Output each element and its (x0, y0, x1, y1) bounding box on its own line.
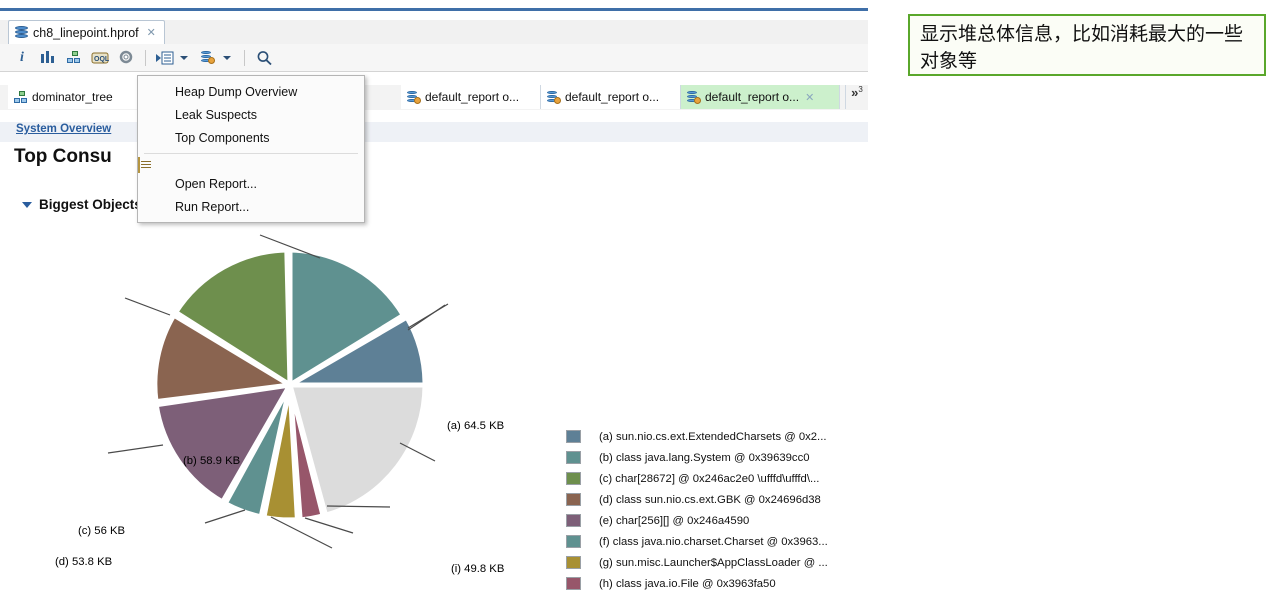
annotation-text: 显示堆总体信息，比如消耗最大的一些对象等 (920, 23, 1244, 72)
tab-overflow-count: 3 (858, 85, 863, 94)
legend-label-e: (e) char[256][] @ 0x246a4590 (599, 514, 750, 527)
report-icon (407, 90, 421, 104)
close-icon[interactable]: ✕ (805, 91, 814, 104)
legend-item[interactable]: (f) class java.nio.charset.Charset @ 0x3… (566, 531, 828, 552)
menu-item-run-report[interactable]: Run Report... (138, 195, 364, 218)
search-button[interactable] (252, 47, 276, 69)
menu-item-heap-dump-overview[interactable]: Heap Dump Overview (138, 80, 364, 103)
menu-row: Leak Suspects (138, 103, 364, 126)
oql-button[interactable]: OQL (88, 47, 112, 69)
tab-default-report-3-active[interactable]: default_report o... ✕ (681, 85, 840, 109)
pie-label-b: (b) 58.9 KB (183, 455, 241, 467)
main-toolbar: i OQL (0, 44, 868, 72)
info-icon: i (20, 49, 24, 65)
legend-item[interactable]: (b) class java.lang.System @ 0x39639cc0 (566, 447, 828, 468)
pie-label-i: (i) 49.8 KB (451, 563, 505, 575)
tab-label: default_report o... (425, 90, 520, 104)
legend-swatch-e (566, 514, 581, 527)
menu-row: Heap Dump Overview (138, 80, 364, 103)
menu-row: Top Components (138, 126, 364, 149)
pie-label-c: (c) 56 KB (78, 525, 126, 537)
legend-swatch-a (566, 430, 581, 443)
pie-label-a: (a) 64.5 KB (447, 420, 505, 432)
report-content-pane: System Overview Top Consu Biggest Object… (0, 110, 868, 590)
close-icon[interactable]: ✕ (147, 26, 156, 39)
heap-dump-file-icon (15, 25, 28, 40)
menu-row: Open Report... (138, 157, 364, 195)
chevron-double-right-icon: » (851, 85, 859, 100)
view-tab-row: dominator_tree t o... default_report o..… (0, 85, 868, 111)
window-top-accent-bar (0, 8, 868, 11)
run-expert-system-button[interactable] (153, 47, 177, 69)
db-gear-icon (201, 51, 215, 64)
arrow-list-icon (156, 51, 174, 64)
legend-swatch-b (566, 451, 581, 464)
svg-text:OQL: OQL (94, 56, 109, 63)
legend-swatch-f (566, 535, 581, 548)
legend-item[interactable]: (g) sun.misc.Launcher$AppClassLoader @ .… (566, 552, 828, 573)
legend-label-c: (c) char[28672] @ 0x246ac2e0 \ufffd\ufff… (599, 472, 820, 485)
menu-item-leak-suspects[interactable]: Leak Suspects (138, 103, 364, 126)
report-icon (687, 90, 701, 104)
query-browser-dropdown-arrow[interactable] (223, 55, 231, 60)
legend-item[interactable]: (e) char[256][] @ 0x246a4590 (566, 510, 828, 531)
pie-label-d: (d) 53.8 KB (55, 556, 113, 568)
breadcrumb-system-overview[interactable]: System Overview (16, 123, 111, 135)
menu-separator (144, 153, 358, 154)
tab-dominator-tree[interactable]: dominator_tree (8, 85, 144, 109)
legend-label-g: (g) sun.misc.Launcher$AppClassLoader @ .… (599, 556, 828, 569)
toolbar-separator (145, 49, 146, 66)
report-icon (138, 157, 140, 173)
legend-label-a: (a) sun.nio.cs.ext.ExtendedCharsets @ 0x… (599, 430, 827, 443)
legend-swatch-d (566, 493, 581, 506)
legend-item[interactable]: (c) char[28672] @ 0x246ac2e0 \ufffd\ufff… (566, 468, 828, 489)
tab-default-report-2[interactable]: default_report o... (541, 85, 681, 109)
histogram-icon (41, 51, 54, 63)
tab-overflow-chevron[interactable]: » 3 (845, 85, 868, 109)
legend-label-f: (f) class java.nio.charset.Charset @ 0x3… (599, 535, 828, 548)
menu-item-open-report[interactable]: Open Report... (138, 172, 364, 195)
dominator-tree-icon (67, 51, 81, 64)
pie-slices (152, 247, 429, 523)
search-icon (257, 50, 272, 65)
legend-item[interactable]: (d) class sun.nio.cs.ext.GBK @ 0x24696d3… (566, 489, 828, 510)
legend-swatch-h (566, 577, 581, 590)
open-query-browser-button[interactable] (196, 47, 220, 69)
menu-item-top-components[interactable]: Top Components (138, 126, 364, 149)
legend-label-h: (h) class java.io.File @ 0x3963fa50 (599, 577, 776, 590)
histogram-button[interactable] (36, 47, 60, 69)
query-dropdown-menu: Heap Dump Overview Leak Suspects Top Com… (137, 75, 365, 223)
editor-tab-heap-dump[interactable]: ch8_linepoint.hprof ✕ (8, 20, 165, 44)
mat-application-window: ch8_linepoint.hprof ✕ i OQL dominator_tr… (0, 8, 868, 590)
report-icon (547, 90, 561, 104)
toolbar-separator-2 (244, 49, 245, 66)
tab-label: default_report o... (565, 90, 660, 104)
legend-swatch-g (566, 556, 581, 569)
gear-icon (119, 50, 133, 64)
page-title: Top Consu (14, 146, 112, 167)
legend-item[interactable]: (a) sun.nio.cs.ext.ExtendedCharsets @ 0x… (566, 426, 828, 447)
legend-swatch-c (566, 472, 581, 485)
tab-label: dominator_tree (32, 90, 113, 104)
tab-default-report-1[interactable]: default_report o... (401, 85, 541, 109)
legend-label-b: (b) class java.lang.System @ 0x39639cc0 (599, 451, 810, 464)
tab-label: default_report o... (705, 90, 800, 104)
annotation-callout-box: 显示堆总体信息，比如消耗最大的一些对象等 (908, 14, 1266, 76)
tree-icon (14, 90, 28, 104)
settings-button[interactable] (114, 47, 138, 69)
editor-tab-bar: ch8_linepoint.hprof ✕ (0, 20, 868, 45)
legend-label-d: (d) class sun.nio.cs.ext.GBK @ 0x24696d3… (599, 493, 821, 506)
info-button[interactable]: i (10, 47, 34, 69)
legend-item[interactable]: (h) class java.io.File @ 0x3963fa50 (566, 573, 828, 590)
menu-row: Run Report... (138, 195, 364, 218)
run-expert-system-dropdown-arrow[interactable] (180, 55, 188, 60)
breadcrumb-bar (0, 122, 868, 142)
pie-legend: (a) sun.nio.cs.ext.ExtendedCharsets @ 0x… (566, 426, 828, 590)
dominator-tree-button[interactable] (62, 47, 86, 69)
caret-down-icon[interactable] (22, 201, 32, 208)
editor-tab-label: ch8_linepoint.hprof (33, 25, 139, 40)
oql-icon: OQL (91, 52, 109, 63)
